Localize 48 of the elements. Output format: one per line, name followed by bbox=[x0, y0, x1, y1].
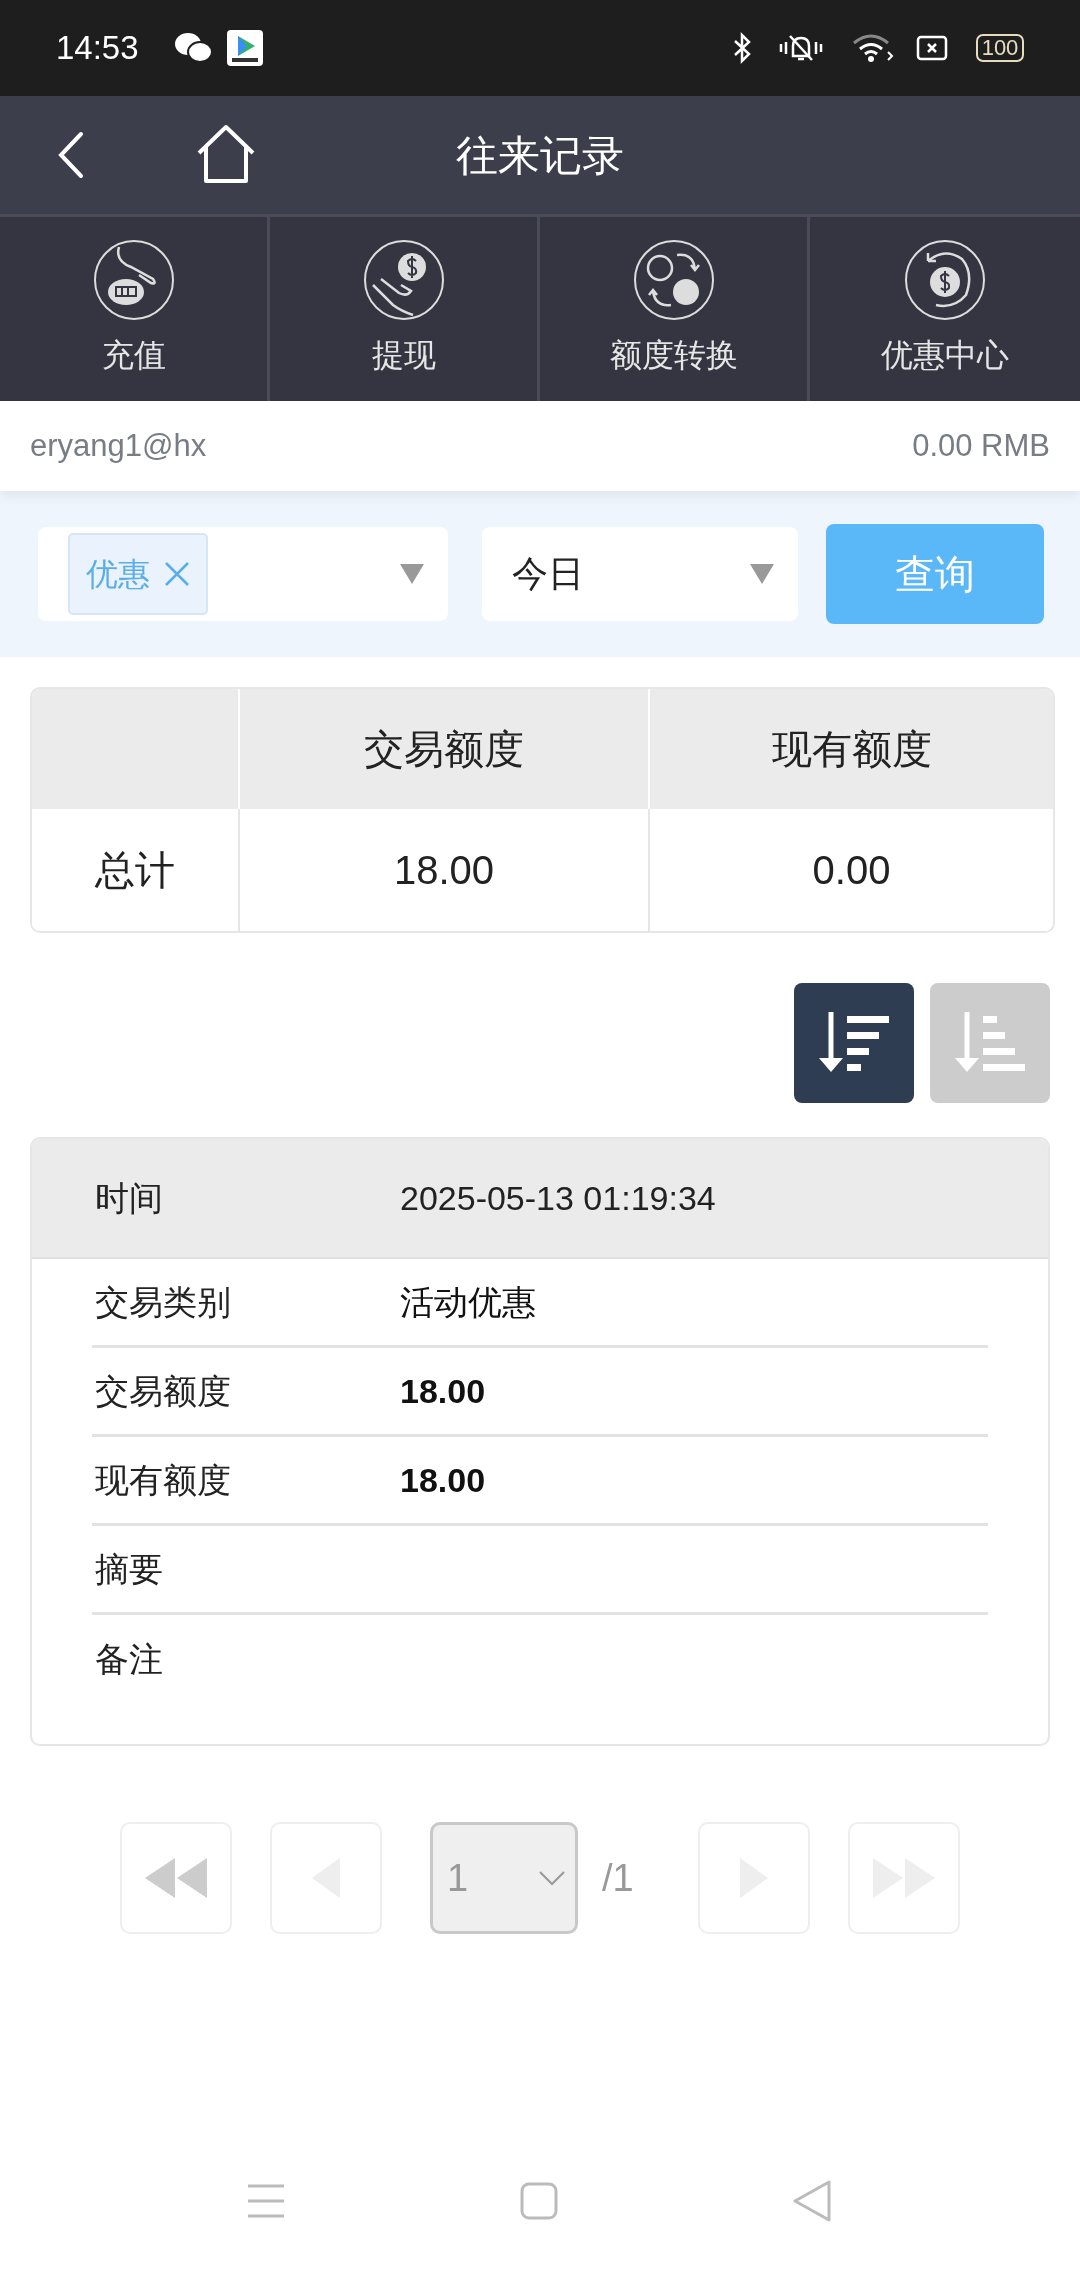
field-label: 备注 bbox=[95, 1639, 164, 1680]
column-header: 现有额度 bbox=[771, 726, 932, 773]
home-icon[interactable] bbox=[196, 124, 256, 184]
status-time: 14:53 bbox=[56, 28, 139, 69]
table-cell-text: 18.00 bbox=[393, 847, 495, 894]
field-label: 交易额度 bbox=[95, 1370, 232, 1412]
field-label: 时间 bbox=[95, 1177, 164, 1219]
shortcut-label[interactable]: 提现 bbox=[371, 331, 436, 379]
field-value: 活动优惠 bbox=[400, 1281, 536, 1323]
field-label: 现有额度 bbox=[95, 1459, 232, 1501]
home-nav-icon[interactable] bbox=[520, 2182, 558, 2220]
table-cell-text: 0.00 bbox=[812, 847, 891, 894]
field-label: 交易类别 bbox=[95, 1281, 232, 1323]
dropdown-triangle-icon bbox=[750, 564, 774, 584]
chevron-down-icon bbox=[539, 1870, 565, 1886]
shortcut-label[interactable]: 额度转换 bbox=[609, 331, 738, 379]
hand-card-icon bbox=[92, 239, 175, 321]
period-select[interactable]: 今日 bbox=[482, 527, 798, 621]
double-triangle-left-icon bbox=[143, 1856, 209, 1900]
currency-exchange-icon bbox=[632, 239, 715, 321]
back-nav-icon[interactable] bbox=[793, 2180, 833, 2222]
page-title: 往来记录 bbox=[456, 130, 624, 181]
period-value: 今日 bbox=[512, 552, 584, 596]
field-label: 摘要 bbox=[95, 1548, 164, 1590]
battery-indicator: 100 bbox=[976, 34, 1024, 62]
no-sim-icon bbox=[916, 34, 948, 62]
page-number: 1 bbox=[447, 1855, 469, 1901]
shortcut-label[interactable]: 优惠中心 bbox=[881, 331, 1009, 379]
close-icon[interactable] bbox=[164, 561, 190, 587]
balance: 0.00 RMB bbox=[912, 426, 1050, 465]
column-header: 交易额度 bbox=[364, 726, 524, 773]
page-total: /1 bbox=[602, 1855, 635, 1901]
coin-refresh-icon bbox=[904, 239, 986, 321]
sort-descending-button[interactable] bbox=[794, 983, 914, 1103]
menu-icon[interactable] bbox=[247, 2183, 285, 2219]
wifi-icon bbox=[852, 32, 894, 64]
field-value: 18.00 bbox=[400, 1370, 486, 1412]
first-page-button[interactable] bbox=[120, 1822, 232, 1934]
dropdown-triangle-icon bbox=[400, 564, 424, 584]
sort-ascending-button[interactable] bbox=[930, 983, 1050, 1103]
username: eryang1@hx bbox=[30, 426, 207, 465]
field-value: 2025-05-13 01:19:34 bbox=[400, 1177, 716, 1219]
shortcut-label[interactable]: 充值 bbox=[101, 331, 166, 379]
field-value: 18.00 bbox=[400, 1459, 486, 1501]
hand-coin-icon bbox=[362, 239, 445, 321]
video-app-icon bbox=[226, 30, 263, 66]
row-label: 总计 bbox=[95, 847, 175, 894]
bluetooth-icon bbox=[732, 32, 752, 64]
